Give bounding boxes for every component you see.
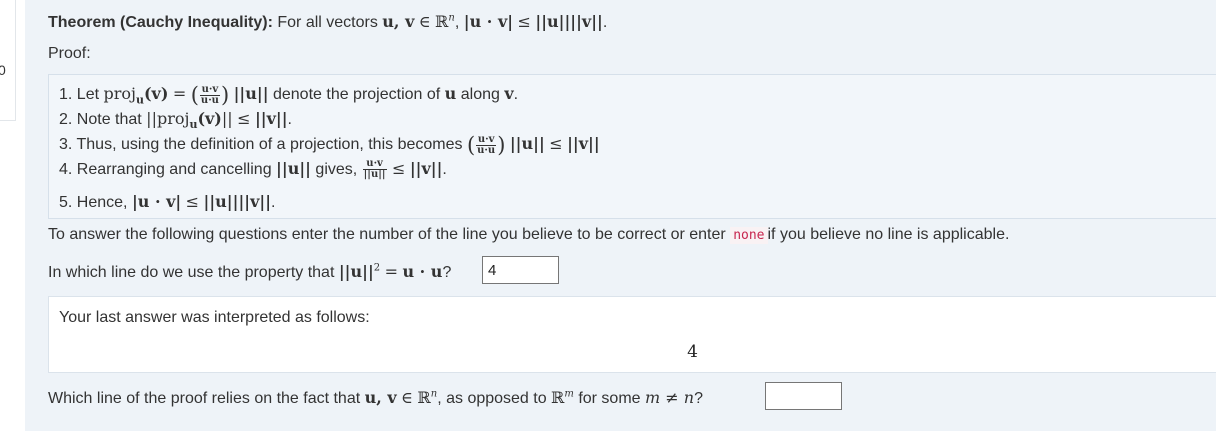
period: . [271,194,276,211]
proof-line-1-text: denote the projection of [272,86,441,104]
right-paren: ) [497,133,506,157]
for-some-text: for some [578,390,641,407]
proof-line-3: 3. Thus, using the definition of a proje… [59,133,600,157]
space-rm: ℝ [551,388,565,407]
dot-product: u · u [402,262,443,281]
theorem-space: ℝ [435,12,449,31]
left-paren: ( [466,133,476,157]
vector-u: u [444,84,457,104]
leq-sign: ≤ [549,134,563,154]
proj-symbol: proj [156,109,190,128]
equals-sign: = [384,262,398,281]
fraction-numerator: u·v [476,133,497,146]
leq-sign: ≤ [185,192,200,211]
equals-sign: = [172,84,187,104]
theorem-statement: Theorem (Cauchy Inequality): For all vec… [48,12,607,32]
norm-v: ||v|| [254,109,288,128]
vector-vars: u, v [364,388,397,407]
along-text: along [460,86,500,104]
norm-v: ||v|| [567,134,600,154]
exponent: 2 [373,262,381,274]
theorem-text: For all vectors [277,14,378,31]
vector-v: v [504,84,514,104]
gives-text: gives, [315,161,358,178]
proof-line-4-text: 4. Rearranging and cancelling [59,161,272,178]
question-2-text: Which line of the proof relies on the fa… [48,390,361,407]
theorem-label: Theorem (Cauchy Inequality): [48,14,273,31]
instructions-text: To answer the following questions enter … [48,226,726,243]
period: . [287,111,292,128]
feedback-title: Your last answer was interpreted as foll… [59,309,370,326]
in-symbol: ∈ [401,388,413,407]
dot-product-abs: |u · v| [131,192,182,211]
space-rn: ℝ [417,388,431,407]
proof-line-1: 1. Let proju(v) = (u·v u·u) ||u|| denote … [59,83,518,107]
left-panel-digit: 0 [0,62,6,78]
proof-line-5: 5. Hence, |u · v| ≤ ||u||||v||. [59,192,275,212]
question-panel: Theorem (Cauchy Inequality): For all vec… [25,0,1216,431]
question-1-text: In which line do we use the property tha… [48,264,335,281]
proof-line-1-num: 1. Let [59,86,100,104]
proj-arg: (v) [143,84,169,104]
question-2-mid-text: , as opposed to [437,390,547,407]
condition: m ≠ n [645,388,695,407]
norm-v: ||v|| [409,159,443,178]
theorem-in: ∈ [418,12,431,31]
period: . [513,86,519,104]
left-panel-edge: 0 [0,0,16,121]
theorem-ineq-lhs: |u · v| [463,12,514,31]
norm-product: ||u||||v|| [203,192,272,211]
feedback-box: Your last answer was interpreted as foll… [48,296,1216,373]
fraction: u·v u·u [476,133,497,156]
fraction: u·v ||u|| [362,159,387,181]
question-mark: ? [694,390,703,407]
left-paren: ( [190,83,199,107]
none-keyword: none [730,227,768,244]
fraction-denominator: u·u [200,94,219,106]
proof-line-4: 4. Rearranging and cancelling ||u|| give… [59,159,447,180]
norm-close: || [221,109,233,128]
proof-line-3-text: 3. Thus, using the definition of a proje… [59,136,463,154]
theorem-vars: u, v [382,12,415,31]
instructions: To answer the following questions enter … [48,226,1009,244]
norm-u: ||u|| [233,84,269,104]
proj-arg: (v) [197,109,222,128]
leq-sign: ≤ [391,159,406,178]
proof-line-5-text: 5. Hence, [59,194,128,211]
proj-subscript: u [135,93,144,107]
proof-label: Proof: [48,45,91,62]
question-1-answer-input[interactable] [482,256,559,284]
norm-open: || [146,109,157,128]
period: . [442,161,447,178]
norm-u: ||u|| [509,134,545,154]
question-2-answer-input[interactable] [765,382,842,410]
proof-box: 1. Let proju(v) = (u·v u·u) ||u|| denote … [48,74,1216,219]
proj-symbol: proj [103,84,136,104]
fraction-denominator: ||u|| [363,169,386,181]
theorem-sep: , [454,14,460,31]
fraction-numerator: u·v [199,83,220,96]
leq-sign: ≤ [237,109,251,128]
question-1: In which line do we use the property tha… [48,262,451,282]
norm-u: ||u|| [338,262,374,281]
proof-line-2: 2. Note that ||proju(v)|| ≤ ||v||. [59,109,292,131]
theorem-end: . [602,14,608,31]
question-2: Which line of the proof relies on the fa… [48,388,703,408]
right-paren: ) [220,83,230,107]
feedback-value: 4 [687,342,698,362]
fraction: u·v u·u [199,83,220,106]
question-mark: ? [442,264,452,281]
theorem-ineq-rel: ≤ [517,12,531,31]
theorem-ineq-rhs: ||u||||v|| [535,12,603,31]
fraction-denominator: u·u [477,144,496,156]
proof-line-2-text: 2. Note that [59,111,142,128]
instructions-text-after: if you believe no line is applicable. [767,226,1010,243]
exponent-m: m [564,388,574,400]
norm-u: ||u|| [276,159,311,178]
